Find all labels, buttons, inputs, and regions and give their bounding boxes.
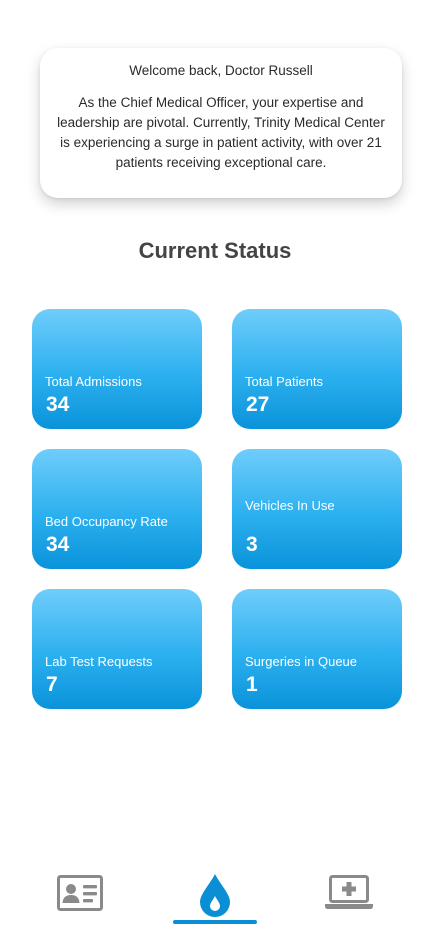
id-card-icon — [57, 875, 103, 911]
tile-total-admissions[interactable]: Total Admissions 34 — [32, 309, 202, 429]
tile-label: Bed Occupancy Rate — [45, 514, 168, 529]
nav-item-vitals[interactable] — [173, 870, 257, 924]
tile-label: Total Patients — [245, 374, 324, 389]
dashboard-page: Welcome back, Doctor Russell As the Chie… — [0, 0, 430, 932]
tile-value: 1 — [246, 673, 258, 696]
tile-label: Surgeries in Queue — [245, 654, 358, 669]
tile-total-patients[interactable]: Total Patients 27 — [232, 309, 402, 429]
tile-vehicles-in-use[interactable]: Vehicles In Use 3 — [232, 449, 402, 569]
tile-label: Lab Test Requests — [45, 654, 153, 669]
tile-value: 27 — [246, 393, 270, 416]
laptop-medical-icon — [325, 875, 373, 909]
active-tab-indicator — [173, 920, 257, 924]
nav-item-profile[interactable] — [38, 870, 122, 924]
welcome-message: As the Chief Medical Officer, your exper… — [57, 95, 385, 170]
nav-item-telemedicine[interactable] — [306, 870, 390, 924]
tile-bed-occupancy-rate[interactable]: Bed Occupancy Rate 34 — [32, 449, 202, 569]
tile-value: 34 — [46, 393, 70, 416]
tile-label: Total Admissions — [45, 374, 142, 389]
tile-lab-test-requests[interactable]: Lab Test Requests 7 — [32, 589, 202, 709]
section-title: Current Status — [138, 238, 292, 263]
tile-value: 7 — [46, 673, 58, 696]
bottom-nav — [0, 860, 430, 932]
welcome-card: Welcome back, Doctor Russell As the Chie… — [40, 48, 402, 198]
blood-drop-icon — [200, 874, 230, 917]
welcome-title: Welcome back, Doctor Russell — [129, 63, 313, 78]
tile-label: Vehicles In Use — [245, 498, 335, 513]
tile-value: 34 — [46, 533, 70, 556]
tile-surgeries-in-queue[interactable]: Surgeries in Queue 1 — [232, 589, 402, 709]
tile-value: 3 — [246, 533, 258, 556]
